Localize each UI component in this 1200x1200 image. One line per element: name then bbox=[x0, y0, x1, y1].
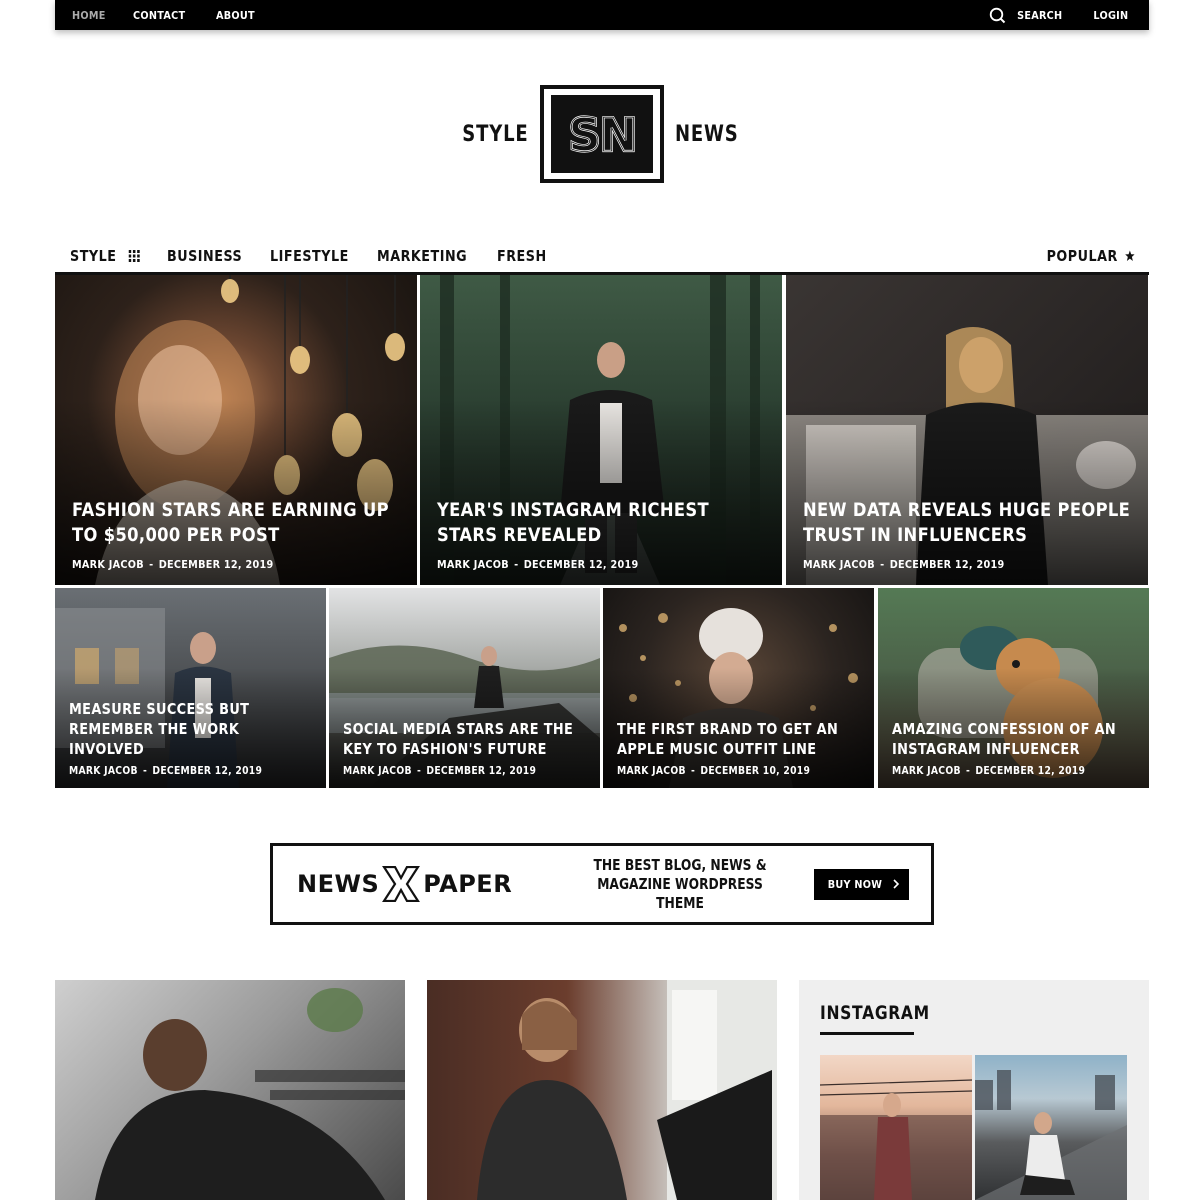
post-title[interactable]: SOCIAL MEDIA STARS ARE THE KEY TO FASHIO… bbox=[343, 719, 585, 759]
post-meta: MARK JACOB - DECEMBER 12, 2019 bbox=[343, 765, 537, 777]
post-date: DECEMBER 12, 2019 bbox=[975, 765, 1086, 777]
post-title[interactable]: FASHION STARS ARE EARNING UP TO $50,000 … bbox=[72, 498, 402, 548]
post-caption: SOCIAL MEDIA STARS ARE THE KEY TO FASHIO… bbox=[343, 719, 586, 777]
category-nav: STYLE BUSINESS LIFESTYLE MARKETING FRESH… bbox=[55, 240, 1149, 275]
post-meta: MARK JACOB - DECEMBER 12, 2019 bbox=[892, 765, 1086, 777]
ad-brand-left: NEWS bbox=[297, 870, 380, 898]
chevron-right-icon bbox=[893, 879, 899, 889]
top-nav-about[interactable]: ABOUT bbox=[216, 9, 255, 22]
post-caption: MEASURE SUCCESS BUT REMEMBER THE WORK IN… bbox=[69, 699, 312, 777]
top-nav-home[interactable]: HOME bbox=[72, 9, 106, 22]
buy-now-label: BUY NOW bbox=[827, 877, 882, 891]
logo-monogram-box: SN SN bbox=[539, 85, 664, 183]
cat-business[interactable]: BUSINESS bbox=[167, 247, 242, 265]
post-image-waiting-room bbox=[95, 988, 405, 1200]
logo-monogram-inline: SN bbox=[568, 109, 636, 159]
post-title[interactable]: AMAZING CONFESSION OF AN INSTAGRAM INFLU… bbox=[892, 719, 1134, 759]
post-date: DECEMBER 12, 2019 bbox=[889, 558, 1005, 571]
post-meta: MARK JACOB - DECEMBER 12, 2019 bbox=[69, 765, 263, 777]
ad-brand-x bbox=[382, 866, 421, 902]
instagram-photo-1[interactable] bbox=[820, 1055, 972, 1200]
ad-banner[interactable]: NEWS PAPER THE BEST BLOG, NEWS & MAGAZIN… bbox=[270, 843, 934, 925]
cat-style-label: STYLE bbox=[70, 247, 117, 265]
instagram-heading: INSTAGRAM bbox=[820, 1002, 930, 1024]
instagram-image-city bbox=[975, 1070, 1127, 1200]
post-author[interactable]: MARK JACOB bbox=[343, 765, 412, 777]
post-caption: NEW DATA REVEALS HUGE PEOPLE TRUST IN IN… bbox=[803, 498, 1134, 571]
post-author[interactable]: MARK JACOB bbox=[69, 765, 138, 777]
post-author[interactable]: MARK JACOB bbox=[72, 558, 144, 571]
ad-tagline-line-2: MAGAZINE WORDPRESS THEME bbox=[597, 874, 763, 912]
search-button[interactable]: SEARCH bbox=[989, 7, 1066, 24]
post-author[interactable]: MARK JACOB bbox=[437, 558, 509, 571]
logo-monogram: SN SN bbox=[550, 95, 653, 173]
post-date: DECEMBER 10, 2019 bbox=[700, 765, 811, 777]
cat-lifestyle[interactable]: LIFESTYLE bbox=[270, 247, 349, 265]
post-meta: MARK JACOB - DECEMBER 12, 2019 bbox=[437, 558, 639, 571]
search-label: SEARCH bbox=[1016, 8, 1063, 22]
post-thumbnail-2[interactable] bbox=[427, 980, 777, 1200]
post-meta: MARK JACOB - DECEMBER 12, 2019 bbox=[72, 558, 274, 571]
top-nav-contact[interactable]: CONTACT bbox=[133, 9, 185, 22]
instagram-widget: INSTAGRAM bbox=[799, 980, 1149, 1200]
popular-link[interactable]: POPULAR bbox=[1047, 247, 1135, 265]
ad-tagline-line-1: THE BEST BLOG, NEWS & bbox=[593, 855, 767, 874]
site-logo[interactable]: STYLE SN SN NEWS bbox=[0, 85, 1200, 183]
top-actions: SEARCH LOGIN bbox=[989, 7, 1149, 24]
post-meta: MARK JACOB - DECEMBER 10, 2019 bbox=[617, 765, 811, 777]
post-image-laptop bbox=[477, 980, 777, 1200]
secondary-post-2[interactable]: SOCIAL MEDIA STARS ARE THE KEY TO FASHIO… bbox=[329, 588, 600, 788]
cat-style[interactable]: STYLE bbox=[70, 247, 140, 265]
buy-now-button[interactable]: BUY NOW bbox=[814, 868, 910, 900]
grid-icon bbox=[128, 250, 140, 262]
post-title[interactable]: NEW DATA REVEALS HUGE PEOPLE TRUST IN IN… bbox=[803, 498, 1133, 548]
post-author[interactable]: MARK JACOB bbox=[803, 558, 875, 571]
secondary-post-3[interactable]: THE FIRST BRAND TO GET AN APPLE MUSIC OU… bbox=[603, 588, 874, 788]
post-date: DECEMBER 12, 2019 bbox=[152, 765, 263, 777]
top-nav: HOME CONTACT ABOUT bbox=[55, 9, 283, 22]
ad-brand-logo: NEWS PAPER bbox=[273, 866, 512, 902]
ad-brand-right: PAPER bbox=[423, 870, 513, 898]
secondary-post-1[interactable]: MEASURE SUCCESS BUT REMEMBER THE WORK IN… bbox=[55, 588, 326, 788]
popular-label: POPULAR bbox=[1046, 247, 1118, 265]
post-author[interactable]: MARK JACOB bbox=[617, 765, 686, 777]
ad-tagline: THE BEST BLOG, NEWS & MAGAZINE WORDPRESS… bbox=[582, 856, 779, 913]
secondary-post-4[interactable]: AMAZING CONFESSION OF AN INSTAGRAM INFLU… bbox=[878, 588, 1149, 788]
featured-post-3[interactable]: NEW DATA REVEALS HUGE PEOPLE TRUST IN IN… bbox=[786, 275, 1148, 585]
star-icon bbox=[1125, 250, 1135, 261]
post-title[interactable]: MEASURE SUCCESS BUT REMEMBER THE WORK IN… bbox=[69, 699, 311, 759]
post-caption: AMAZING CONFESSION OF AN INSTAGRAM INFLU… bbox=[892, 719, 1135, 777]
cat-fresh[interactable]: FRESH bbox=[497, 247, 547, 265]
featured-post-2[interactable]: YEAR'S INSTAGRAM RICHEST STARS REVEALED … bbox=[420, 275, 782, 585]
post-date: DECEMBER 12, 2019 bbox=[426, 765, 537, 777]
post-date: DECEMBER 12, 2019 bbox=[158, 558, 274, 571]
logo-monogram-mark: SN SN bbox=[567, 109, 639, 159]
featured-post-1[interactable]: FASHION STARS ARE EARNING UP TO $50,000 … bbox=[55, 275, 417, 585]
post-date: DECEMBER 12, 2019 bbox=[523, 558, 639, 571]
instagram-image-sunset bbox=[820, 1079, 972, 1200]
logo-word-style: STYLE bbox=[462, 121, 529, 147]
instagram-photo-2[interactable] bbox=[975, 1055, 1127, 1200]
post-meta: MARK JACOB - DECEMBER 12, 2019 bbox=[803, 558, 1005, 571]
logo-word-news: NEWS bbox=[674, 121, 739, 147]
search-icon bbox=[989, 7, 1005, 23]
heading-underline bbox=[820, 1032, 914, 1035]
cat-marketing[interactable]: MARKETING bbox=[377, 247, 467, 265]
post-thumbnail-1[interactable] bbox=[55, 980, 405, 1200]
post-title[interactable]: YEAR'S INSTAGRAM RICHEST STARS REVEALED bbox=[437, 498, 767, 548]
login-link[interactable]: LOGIN bbox=[1094, 9, 1129, 22]
post-caption: FASHION STARS ARE EARNING UP TO $50,000 … bbox=[72, 498, 403, 571]
post-author[interactable]: MARK JACOB bbox=[892, 765, 961, 777]
post-caption: THE FIRST BRAND TO GET AN APPLE MUSIC OU… bbox=[617, 719, 860, 777]
top-bar: HOME CONTACT ABOUT SEARCH LOGIN bbox=[55, 0, 1149, 30]
post-caption: YEAR'S INSTAGRAM RICHEST STARS REVEALED … bbox=[437, 498, 768, 571]
post-title[interactable]: THE FIRST BRAND TO GET AN APPLE MUSIC OU… bbox=[617, 719, 859, 759]
